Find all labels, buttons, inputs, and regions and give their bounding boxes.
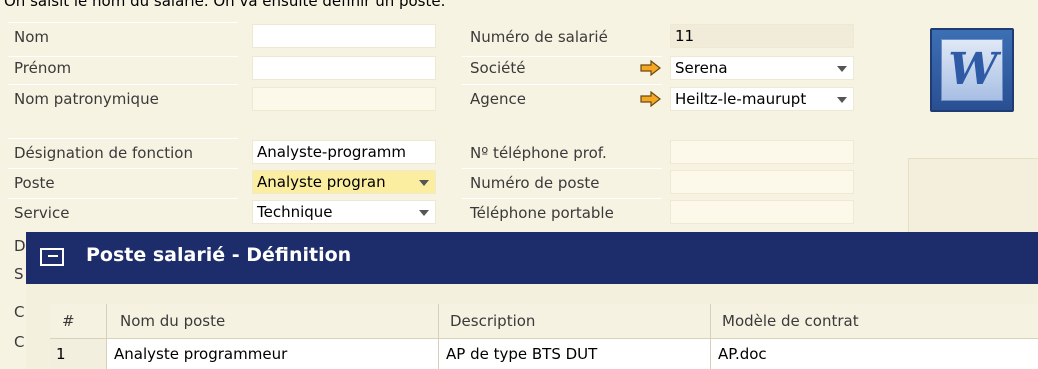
label-societe: Société [470, 59, 526, 77]
label-numero-salarie: Numéro de salarié [470, 28, 608, 46]
table-row[interactable]: 1 Analyste programmeur AP de type BTS DU… [50, 339, 1038, 369]
orange-link-arrow-icon[interactable] [640, 91, 662, 107]
designation-fonction-field[interactable]: Analyste-programm [252, 140, 436, 164]
poste-definition-dialog: Poste salarié - Définition # Nom du post… [26, 232, 1038, 369]
label-numero-poste: Numéro de poste [470, 174, 600, 192]
row-divider [462, 84, 662, 85]
poste-table: # Nom du poste Description Modèle de con… [50, 304, 1038, 369]
window-icon [40, 248, 64, 266]
agence-select-value: Heiltz-le-maurupt [675, 90, 807, 108]
column-header-index[interactable]: # [50, 304, 106, 339]
orange-link-arrow-icon[interactable] [640, 60, 662, 76]
chevron-down-icon[interactable] [837, 97, 847, 103]
cell-description[interactable]: AP de type BTS DUT [440, 339, 710, 369]
service-select-value: Technique [257, 203, 333, 221]
word-document-icon[interactable]: W [930, 28, 1014, 112]
nom-patronymique-field[interactable] [252, 87, 436, 111]
column-header-nom-du-poste[interactable]: Nom du poste [112, 304, 438, 339]
row-divider [8, 198, 238, 199]
nom-field[interactable] [252, 24, 436, 48]
societe-select-value: Serena [675, 59, 728, 77]
hidden-label-stub: D [14, 237, 26, 255]
dialog-title-bar[interactable]: Poste salarié - Définition [26, 232, 1038, 284]
label-agence: Agence [470, 90, 526, 108]
cell-modele-contrat[interactable]: AP.doc [712, 339, 1038, 369]
row-divider [8, 22, 238, 23]
row-divider [8, 168, 238, 169]
hidden-label-stub: C [14, 333, 25, 351]
row-divider [462, 168, 662, 169]
agence-select[interactable]: Heiltz-le-maurupt [670, 87, 854, 111]
column-header-modele-contrat[interactable]: Modèle de contrat [714, 304, 1038, 339]
label-nom: Nom [14, 28, 50, 46]
row-divider [462, 198, 662, 199]
tel-prof-field[interactable] [670, 140, 854, 164]
hidden-label-stub: S [14, 265, 24, 283]
label-tel-portable: Téléphone portable [470, 204, 614, 222]
label-tel-prof: Nº téléphone prof. [470, 144, 607, 162]
poste-select-value: Analyste progran [257, 173, 386, 191]
column-divider [438, 339, 439, 369]
column-divider[interactable] [710, 304, 711, 339]
numero-salarie-field: 11 [670, 24, 854, 48]
row-index[interactable]: 1 [50, 339, 106, 369]
column-divider [710, 339, 711, 369]
label-poste: Poste [14, 174, 55, 192]
column-divider[interactable] [438, 304, 439, 339]
label-designation-fonction: Désignation de fonction [14, 144, 193, 162]
chevron-down-icon[interactable] [419, 180, 429, 186]
service-select[interactable]: Technique [252, 200, 436, 224]
row-divider [8, 138, 238, 139]
prenom-field[interactable] [252, 56, 436, 80]
column-header-description[interactable]: Description [442, 304, 710, 339]
instruction-text-strip: On saisit le nom du salarié. On va ensui… [0, 0, 1038, 14]
label-service: Service [14, 204, 70, 222]
column-divider [106, 339, 107, 369]
instruction-text: On saisit le nom du salarié. On va ensui… [4, 0, 446, 10]
chevron-down-icon[interactable] [419, 210, 429, 216]
hidden-label-stub: C [14, 303, 25, 321]
tel-portable-field[interactable] [670, 200, 854, 224]
column-divider[interactable] [106, 304, 107, 339]
poste-select[interactable]: Analyste progran [252, 170, 436, 194]
dialog-title: Poste salarié - Définition [86, 244, 352, 266]
cell-nom-du-poste[interactable]: Analyste programmeur [108, 339, 438, 369]
label-nom-patronymique: Nom patronymique [14, 90, 159, 108]
chevron-down-icon[interactable] [837, 66, 847, 72]
numero-poste-field[interactable] [670, 170, 854, 194]
label-prenom: Prénom [14, 59, 72, 77]
row-divider [8, 84, 238, 85]
table-header: # Nom du poste Description Modèle de con… [50, 304, 1038, 339]
societe-select[interactable]: Serena [670, 56, 854, 80]
